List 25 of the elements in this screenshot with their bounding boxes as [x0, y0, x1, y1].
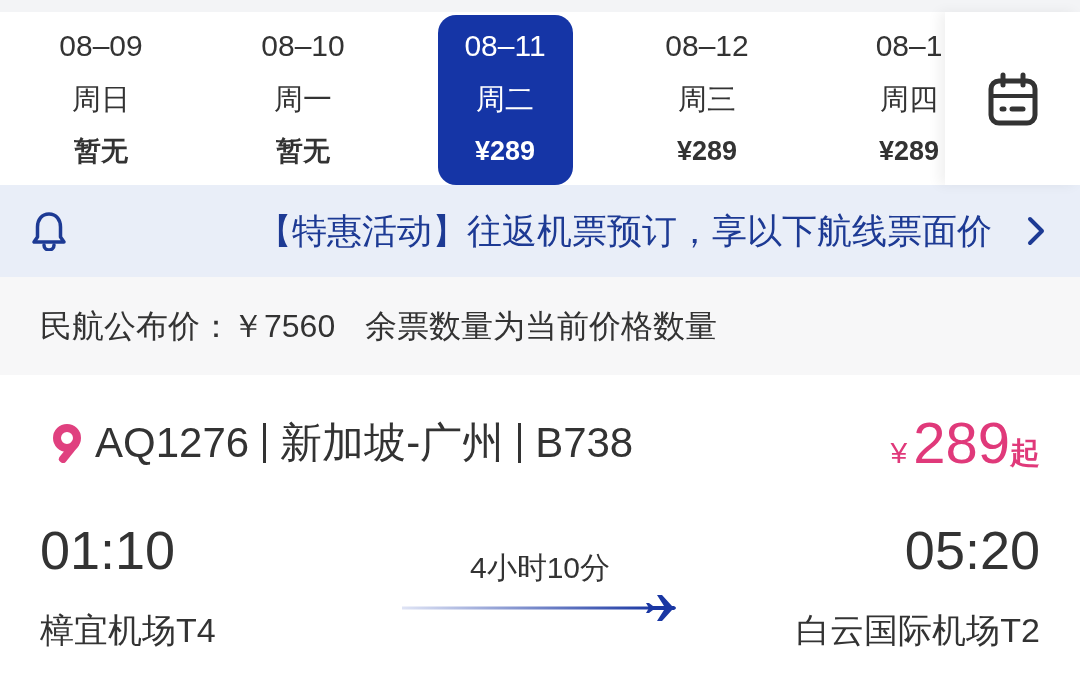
date-tab[interactable]: 08–11 周二 ¥289 [437, 15, 573, 185]
date-tab[interactable]: 08–09 周日 暂无 [59, 15, 143, 185]
price-suffix: 起 [1010, 436, 1040, 471]
published-price: 民航公布价：￥7560 [40, 308, 336, 344]
departure-time: 01:10 [40, 523, 176, 577]
arrival-time: 05:20 [904, 523, 1040, 577]
aircraft-type: B738 [535, 418, 634, 468]
plane-arrow-icon [402, 595, 678, 621]
date-tab[interactable]: 08–12 周三 ¥289 [665, 15, 749, 185]
calendar-icon [987, 71, 1038, 126]
flight-duration: 4小时10分 [469, 553, 610, 583]
calendar-button[interactable] [945, 12, 1080, 185]
departure-airport: 樟宜机场T4 [40, 612, 216, 648]
date-tab[interactable]: 08–10 周一 暂无 [261, 15, 345, 185]
arrival-airport: 白云国际机场T2 [796, 612, 1040, 648]
flight-route: 新加坡-广州 [280, 418, 505, 468]
remaining-tickets-note: 余票数量为当前价格数量 [365, 308, 718, 344]
flight-number: AQ1276 [95, 418, 250, 468]
date-tab[interactable]: 08–1 周四 ¥289 [875, 15, 943, 185]
notice-bar[interactable]: 【特惠活动】往返机票预订，享以下航线票面价 [0, 185, 1080, 277]
promotion-text: 【特惠活动】往返机票预订，享以下航线票面价 [256, 211, 992, 251]
chevron-right-icon [1027, 216, 1045, 246]
bell-icon [31, 211, 67, 251]
price-currency: ¥ [890, 435, 908, 471]
price-amount: 289 [913, 413, 1010, 473]
